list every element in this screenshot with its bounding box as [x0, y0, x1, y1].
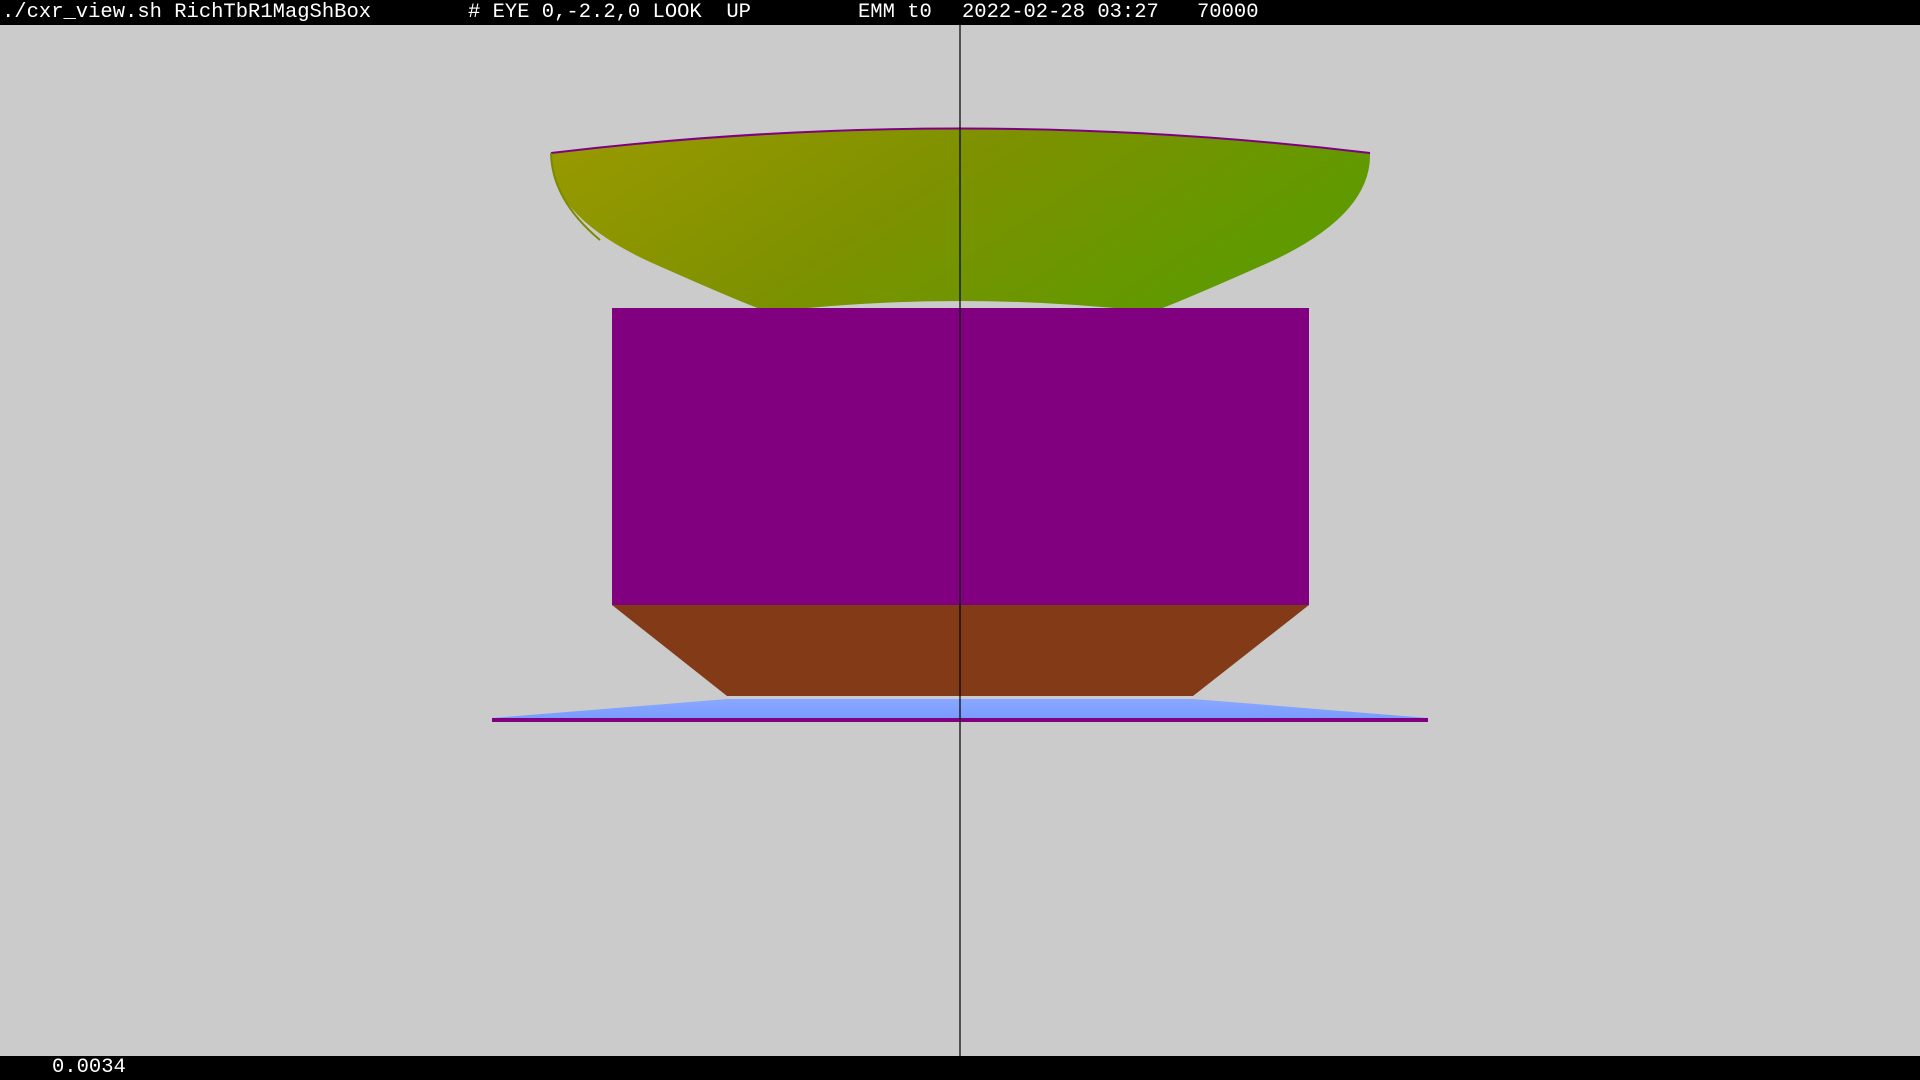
title-bar: ./cxr_view.sh RichTbR1MagShBox # EYE 0,-…: [0, 0, 1920, 25]
scene-svg[interactable]: [0, 25, 1920, 1056]
viewer-window: ./cxr_view.sh RichTbR1MagShBox # EYE 0,-…: [0, 0, 1920, 1080]
status-bar: 0.0034: [0, 1056, 1920, 1080]
eye-look-label: # EYE 0,-2.2,0 LOOK UP: [468, 1, 751, 24]
render-viewport[interactable]: [0, 25, 1920, 1056]
count-label: 70000: [1197, 1, 1259, 24]
command-label: ./cxr_view.sh RichTbR1MagShBox: [2, 1, 372, 24]
time-value-label: 0.0034: [52, 1056, 126, 1079]
mode-label: EMM t0: [858, 1, 932, 24]
timestamp-label: 2022-02-28 03:27: [962, 1, 1159, 24]
